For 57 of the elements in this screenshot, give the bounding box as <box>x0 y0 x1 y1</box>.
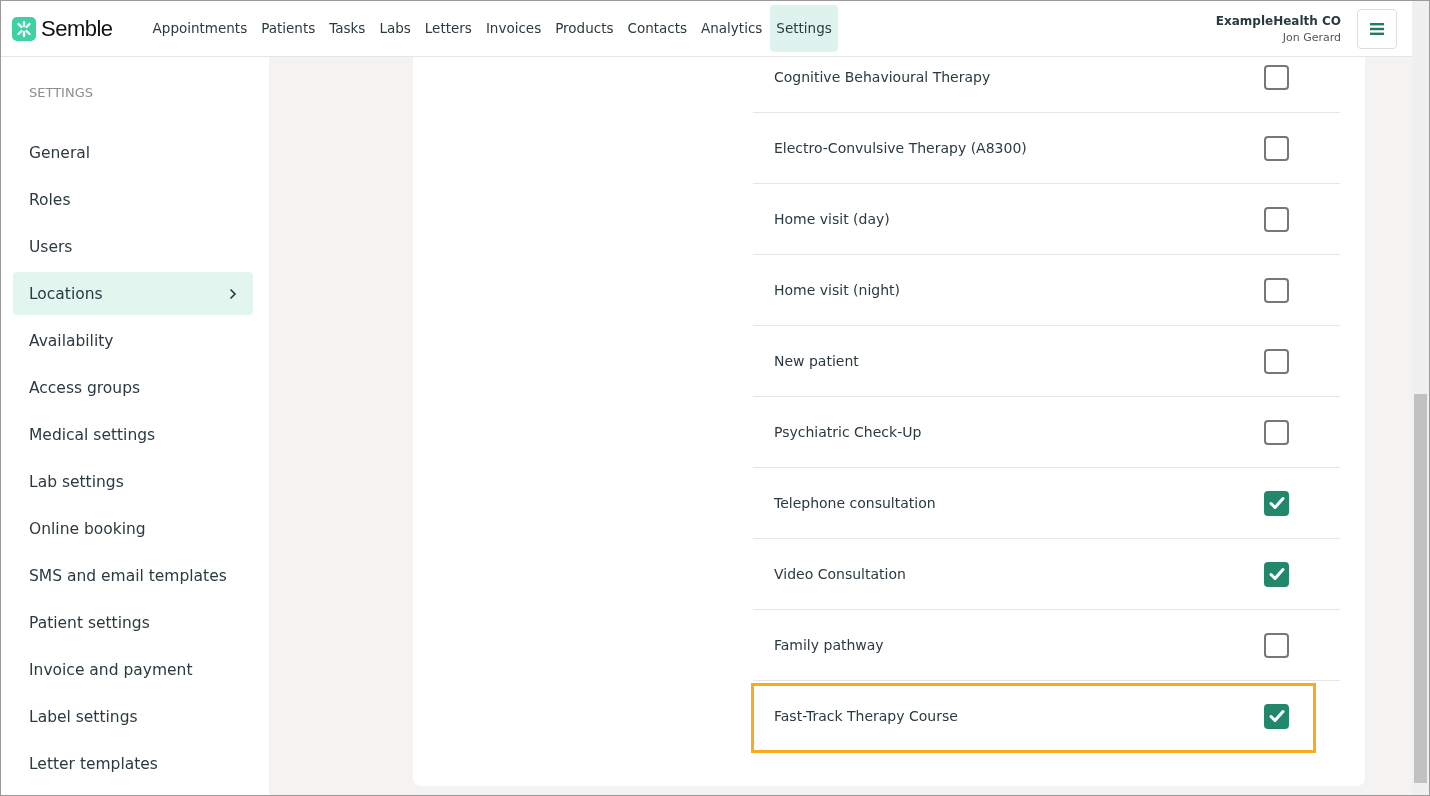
appointment-type-label: Family pathway <box>774 637 884 653</box>
sidebar-item[interactable]: Availability <box>13 319 253 362</box>
appointment-type-label: Telephone consultation <box>774 495 936 511</box>
checkbox[interactable] <box>1264 632 1289 658</box>
sidebar-item[interactable]: Roles <box>13 178 253 221</box>
checkbox[interactable] <box>1264 561 1289 587</box>
nav-tab[interactable]: Products <box>549 5 620 52</box>
checkbox[interactable] <box>1264 490 1289 516</box>
nav-tab[interactable]: Contacts <box>621 5 694 52</box>
nav-tab[interactable]: Analytics <box>695 5 769 52</box>
appointment-type-label: New patient <box>774 353 859 369</box>
nav-tab[interactable]: Settings <box>770 5 838 52</box>
nav-tab[interactable]: Appointments <box>146 5 254 52</box>
checkbox[interactable] <box>1264 277 1289 303</box>
sidebar-item[interactable]: Medical settings <box>13 413 253 456</box>
scrollbar-thumb[interactable] <box>1414 394 1427 783</box>
nav-tab[interactable]: Letters <box>418 5 478 52</box>
organisation-name: ExampleHealth CO <box>1215 13 1341 28</box>
nav-tab[interactable]: Patients <box>255 5 322 52</box>
checkbox[interactable] <box>1264 703 1289 729</box>
user-name: Jon Gerard <box>1282 30 1341 44</box>
brand-name[interactable]: Semble <box>41 15 113 42</box>
checkbox[interactable] <box>1264 135 1289 161</box>
nav-tab[interactable]: Invoices <box>479 5 548 52</box>
checkbox[interactable] <box>1264 419 1289 445</box>
sidebar-item[interactable]: Access groups <box>13 366 253 409</box>
sidebar-item[interactable]: Patient settings <box>13 601 253 644</box>
appointment-type-label: Home visit (night) <box>774 282 901 298</box>
checkbox[interactable] <box>1264 206 1289 232</box>
menu-icon <box>1370 22 1384 35</box>
scrollbar[interactable] <box>1412 1 1429 795</box>
sidebar-item[interactable]: Letter templates <box>13 742 253 785</box>
sidebar-item[interactable]: Locations <box>13 272 253 315</box>
sidebar-item[interactable]: SMS and email templates <box>13 554 253 597</box>
menu-button[interactable] <box>1357 8 1397 49</box>
chevron-icon <box>229 287 237 300</box>
sidebar-item[interactable]: General <box>13 131 253 174</box>
appointment-type-label: Psychiatric Check-Up <box>774 424 922 440</box>
sidebar-heading: SETTINGS <box>28 85 94 100</box>
sidebar-item[interactable]: Online booking <box>13 507 253 550</box>
sidebar-item[interactable]: Label settings <box>13 695 253 738</box>
sidebar-item[interactable]: Invoice and payment <box>13 648 253 691</box>
logo-icon <box>12 16 36 41</box>
nav-tab[interactable]: Tasks <box>323 5 372 52</box>
check-icon <box>1268 709 1285 723</box>
sidebar-item[interactable]: Users <box>13 225 253 268</box>
checkbox[interactable] <box>1264 348 1289 374</box>
nav-tab[interactable]: Labs <box>373 5 417 52</box>
sidebar-item[interactable]: Lab settings <box>13 460 253 503</box>
check-icon <box>1268 567 1285 581</box>
appointment-type-label: Video Consultation <box>774 566 906 582</box>
check-icon <box>1268 496 1285 510</box>
appointment-type-label: Fast-Track Therapy Course <box>774 708 958 724</box>
appointment-type-label: Home visit (day) <box>774 211 890 227</box>
appointment-type-label: Cognitive Behavioural Therapy <box>774 69 991 85</box>
appointment-type-label: Electro-Convulsive Therapy (A8300) <box>774 140 1027 156</box>
checkbox[interactable] <box>1264 64 1289 90</box>
